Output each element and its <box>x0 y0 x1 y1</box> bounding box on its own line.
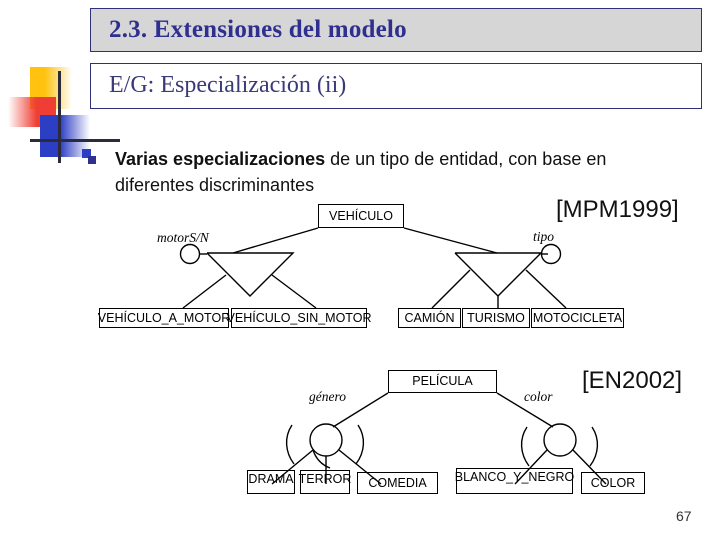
page-subtitle: E/G: Especialización (ii) <box>109 72 347 98</box>
entity-box-vehiculo: VEHÍCULO <box>318 204 404 228</box>
deco-yellow-square <box>30 67 72 109</box>
entity-box-color: COLOR <box>581 472 645 494</box>
discriminator-label-tipo: tipo <box>533 229 555 244</box>
discriminator-label-color: color <box>524 389 553 404</box>
entity-box-turismo: TURISMO <box>462 308 530 328</box>
bullet-block: Varias especializaciones de un tipo de e… <box>88 146 608 198</box>
entity-box-vehiculo-a-motor: VEHÍCULO_A_MOTOR <box>98 308 230 328</box>
citation-mpm1999: [MPM1999] <box>556 196 679 223</box>
bullet-text: Varias especializaciones de un tipo de e… <box>115 146 608 198</box>
entity-box-motocicleta: MOTOCICLETA <box>531 308 624 328</box>
entity-box-vehiculo-sin-motor: VEHÍCULO_SIN_MOTOR <box>227 308 371 328</box>
deco-blue-square <box>40 115 90 157</box>
entity-box-comedia: COMEDIA <box>357 472 438 494</box>
page-number: 67 <box>676 508 692 524</box>
bullet-strong-text: Varias especializaciones <box>115 149 326 169</box>
entity-box-pelicula: PELÍCULA <box>388 370 497 393</box>
slide-title-bar: 2.3. Extensiones del modelo <box>90 8 702 52</box>
entity-box-terror: TERROR <box>299 470 351 494</box>
entity-box-camion: CAMIÓN <box>398 308 461 328</box>
deco-horizontal-line <box>30 139 120 142</box>
discriminator-label-genero: género <box>309 389 346 404</box>
entity-box-drama: DRAMA <box>247 470 295 494</box>
citation-en2002: [EN2002] <box>582 367 683 394</box>
deco-red-square <box>8 97 56 127</box>
bullet-marker-icon <box>88 156 96 164</box>
deco-vertical-line <box>58 71 61 163</box>
page-title: 2.3. Extensiones del modelo <box>109 16 407 43</box>
discriminator-label-motor-sn: motorS/N <box>157 230 209 245</box>
slide-subtitle-bar: E/G: Especialización (ii) <box>90 63 702 109</box>
entity-box-blanco-y-negro: BLANCO_Y_NEGRO <box>455 468 574 494</box>
